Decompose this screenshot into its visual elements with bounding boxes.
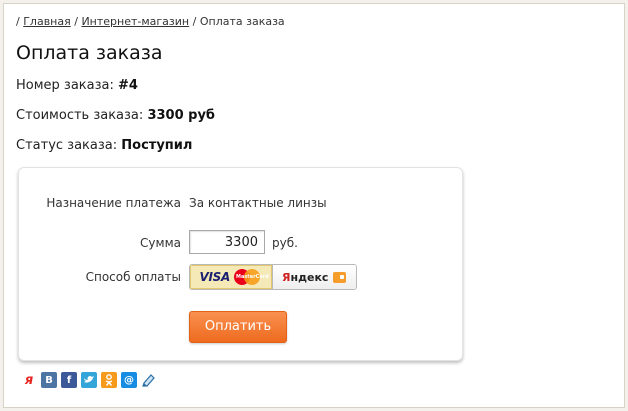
payment-method-card[interactable]: VISA MasterCard xyxy=(190,265,273,289)
visa-logo: VISA xyxy=(199,270,231,284)
mailru-icon[interactable]: @ xyxy=(121,372,137,388)
breadcrumb-separator: / xyxy=(192,15,197,28)
breadcrumb-separator: / xyxy=(16,15,20,28)
twitter-icon[interactable] xyxy=(81,372,97,388)
vkontakte-icon[interactable]: В xyxy=(41,372,57,388)
wallet-icon xyxy=(333,271,347,283)
payment-purpose-value: За контактные линзы xyxy=(189,196,327,210)
pay-button[interactable]: Оплатить xyxy=(189,311,287,343)
payment-method-selector: VISA MasterCard Яндекс xyxy=(189,264,357,290)
currency-label: руб. xyxy=(272,236,298,250)
order-status-label: Статус заказа: xyxy=(16,138,118,153)
payment-purpose-label: Назначение платежа xyxy=(46,196,181,210)
mastercard-logo-icon: MasterCard xyxy=(233,269,269,285)
payment-method-label: Способ оплаты xyxy=(85,270,181,284)
social-share-bar: я В f @ xyxy=(21,372,157,388)
order-status-value: Поступил xyxy=(121,138,193,153)
yaru-icon[interactable]: я xyxy=(21,372,37,388)
order-cost-label: Стоимость заказа: xyxy=(16,108,144,123)
payment-method-yandex[interactable]: Яндекс xyxy=(272,265,356,289)
facebook-icon[interactable]: f xyxy=(61,372,77,388)
yandex-logo-rest: ндекс xyxy=(290,270,329,284)
page-title: Оплата заказа xyxy=(16,42,163,64)
amount-label: Сумма xyxy=(140,236,181,250)
order-number-value: #4 xyxy=(118,78,138,93)
payment-form-panel: Назначение платежа За контактные линзы С… xyxy=(18,167,463,361)
yandex-money-logo: Яндекс xyxy=(282,271,328,284)
order-status-row: Статус заказа: Поступил xyxy=(16,138,192,153)
amount-input[interactable] xyxy=(189,230,265,254)
mastercard-logo-text: MasterCard xyxy=(235,274,269,280)
page-container: / Главная / Интернет-магазин / Оплата за… xyxy=(3,3,625,408)
breadcrumb: / Главная / Интернет-магазин / Оплата за… xyxy=(16,15,285,28)
breadcrumb-home-link[interactable]: Главная xyxy=(23,15,71,28)
order-cost-value: 3300 руб xyxy=(147,108,216,123)
order-number-label: Номер заказа: xyxy=(16,78,114,93)
yandex-logo-prefix: Я xyxy=(282,270,291,284)
order-cost-row: Стоимость заказа: 3300 руб xyxy=(16,108,215,123)
livejournal-icon[interactable] xyxy=(141,372,157,388)
order-number-row: Номер заказа: #4 xyxy=(16,78,138,93)
breadcrumb-current: Оплата заказа xyxy=(199,15,285,28)
odnoklassniki-icon[interactable] xyxy=(101,372,117,388)
breadcrumb-separator: / xyxy=(74,15,78,28)
breadcrumb-shop-link[interactable]: Интернет-магазин xyxy=(81,15,189,28)
